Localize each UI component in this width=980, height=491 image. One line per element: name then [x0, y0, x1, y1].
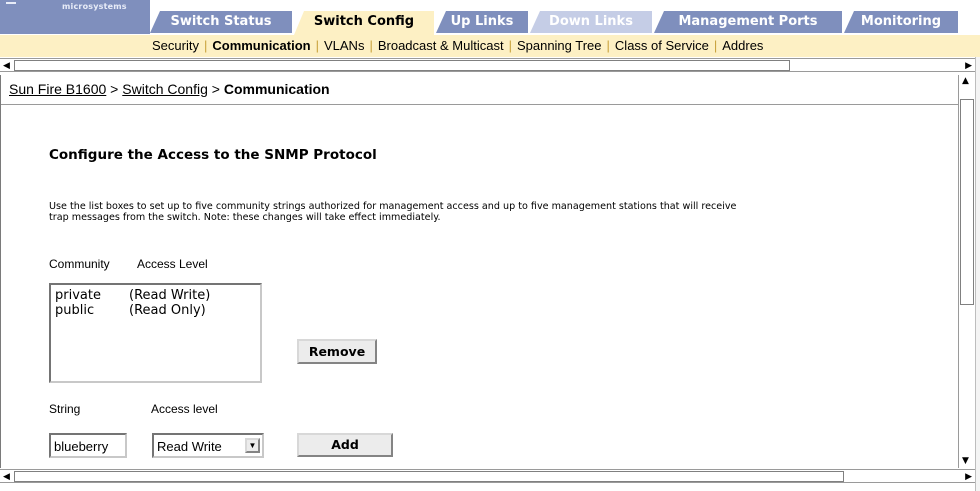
string-label: String	[49, 402, 81, 416]
tab-switch-status[interactable]: Switch Status	[150, 11, 292, 33]
subnav-address[interactable]: Addres	[722, 38, 763, 53]
top-horizontal-scrollbar[interactable]: ◀ ▶	[0, 58, 975, 72]
left-arrow-icon[interactable]: ◀	[3, 472, 10, 482]
divider	[1, 104, 958, 105]
brand-text: microsystems	[62, 2, 127, 11]
tab-switch-config[interactable]: Switch Config	[294, 11, 434, 35]
separator: |	[315, 38, 319, 53]
tab-management-ports[interactable]: Management Ports	[654, 11, 842, 33]
breadcrumb-current: Communication	[223, 81, 330, 97]
section-description: Use the list boxes to set up to five com…	[49, 201, 737, 223]
scroll-thumb[interactable]	[960, 99, 974, 305]
list-item[interactable]: public (Read Only)	[55, 303, 256, 318]
remove-button[interactable]: Remove	[297, 339, 377, 364]
string-input[interactable]: blueberry	[49, 433, 127, 458]
community-access: (Read Write)	[129, 288, 211, 303]
community-name: public	[55, 303, 95, 318]
content-frame: Sun Fire B1600 > Switch Config > Communi…	[0, 75, 958, 468]
tab-monitoring[interactable]: Monitoring	[844, 11, 958, 33]
add-button[interactable]: Add	[297, 433, 393, 457]
logo-mark	[6, 2, 16, 4]
list-item[interactable]: private (Read Write)	[55, 288, 256, 303]
breadcrumb-separator: >	[106, 81, 123, 97]
subnav-class-of-service[interactable]: Class of Service	[615, 38, 709, 53]
vertical-scrollbar[interactable]: ▲ ▼	[958, 75, 975, 468]
access-level-label: Access level	[151, 402, 218, 416]
separator: |	[508, 38, 512, 53]
separator: |	[606, 38, 610, 53]
breadcrumb-root-link[interactable]: Sun Fire B1600	[9, 81, 106, 97]
separator: |	[369, 38, 373, 53]
scroll-thumb[interactable]	[14, 60, 790, 71]
subnav-bar: Security | Communication | VLANs | Broadcast &…	[0, 35, 980, 57]
scroll-thumb[interactable]	[14, 471, 844, 482]
right-arrow-icon[interactable]: ▶	[965, 472, 972, 482]
access-level-column-label: Access Level	[137, 257, 208, 271]
subnav-vlans[interactable]: VLANs	[324, 38, 364, 53]
right-arrow-icon[interactable]: ▶	[965, 61, 972, 71]
breadcrumb-separator: >	[207, 81, 224, 97]
breadcrumb-parent-link[interactable]: Switch Config	[122, 81, 208, 97]
separator: |	[713, 38, 718, 53]
tab-down-links[interactable]: Down Links	[530, 11, 652, 33]
bottom-horizontal-scrollbar[interactable]: ◀ ▶	[0, 469, 975, 483]
access-level-selected: Read Write	[157, 439, 222, 454]
community-column-label: Community	[49, 257, 110, 271]
brand-area: microsystems	[0, 0, 150, 34]
access-level-select[interactable]: Read Write ▼	[152, 433, 264, 458]
left-arrow-icon[interactable]: ◀	[3, 61, 10, 71]
subnav-spanning-tree[interactable]: Spanning Tree	[517, 38, 602, 53]
window-edge	[975, 57, 980, 491]
separator: |	[203, 38, 208, 53]
breadcrumb: Sun Fire B1600 > Switch Config > Communi…	[9, 81, 330, 97]
subnav-security[interactable]: Security	[152, 38, 199, 53]
subnav-communication[interactable]: Communication	[212, 38, 310, 53]
down-arrow-icon[interactable]: ▼	[962, 456, 969, 466]
tab-up-links[interactable]: Up Links	[436, 11, 528, 33]
community-list-box[interactable]: private (Read Write) public (Read Only)	[49, 283, 262, 383]
up-arrow-icon[interactable]: ▲	[962, 76, 969, 86]
section-title: Configure the Access to the SNMP Protoco…	[49, 147, 377, 163]
top-banner: microsystems Switch Status Switch Config…	[0, 0, 980, 35]
chevron-down-icon[interactable]: ▼	[245, 438, 260, 453]
subnav-broadcast-multicast[interactable]: Broadcast & Multicast	[378, 38, 504, 53]
community-name: private	[55, 288, 101, 303]
community-access: (Read Only)	[129, 303, 206, 318]
